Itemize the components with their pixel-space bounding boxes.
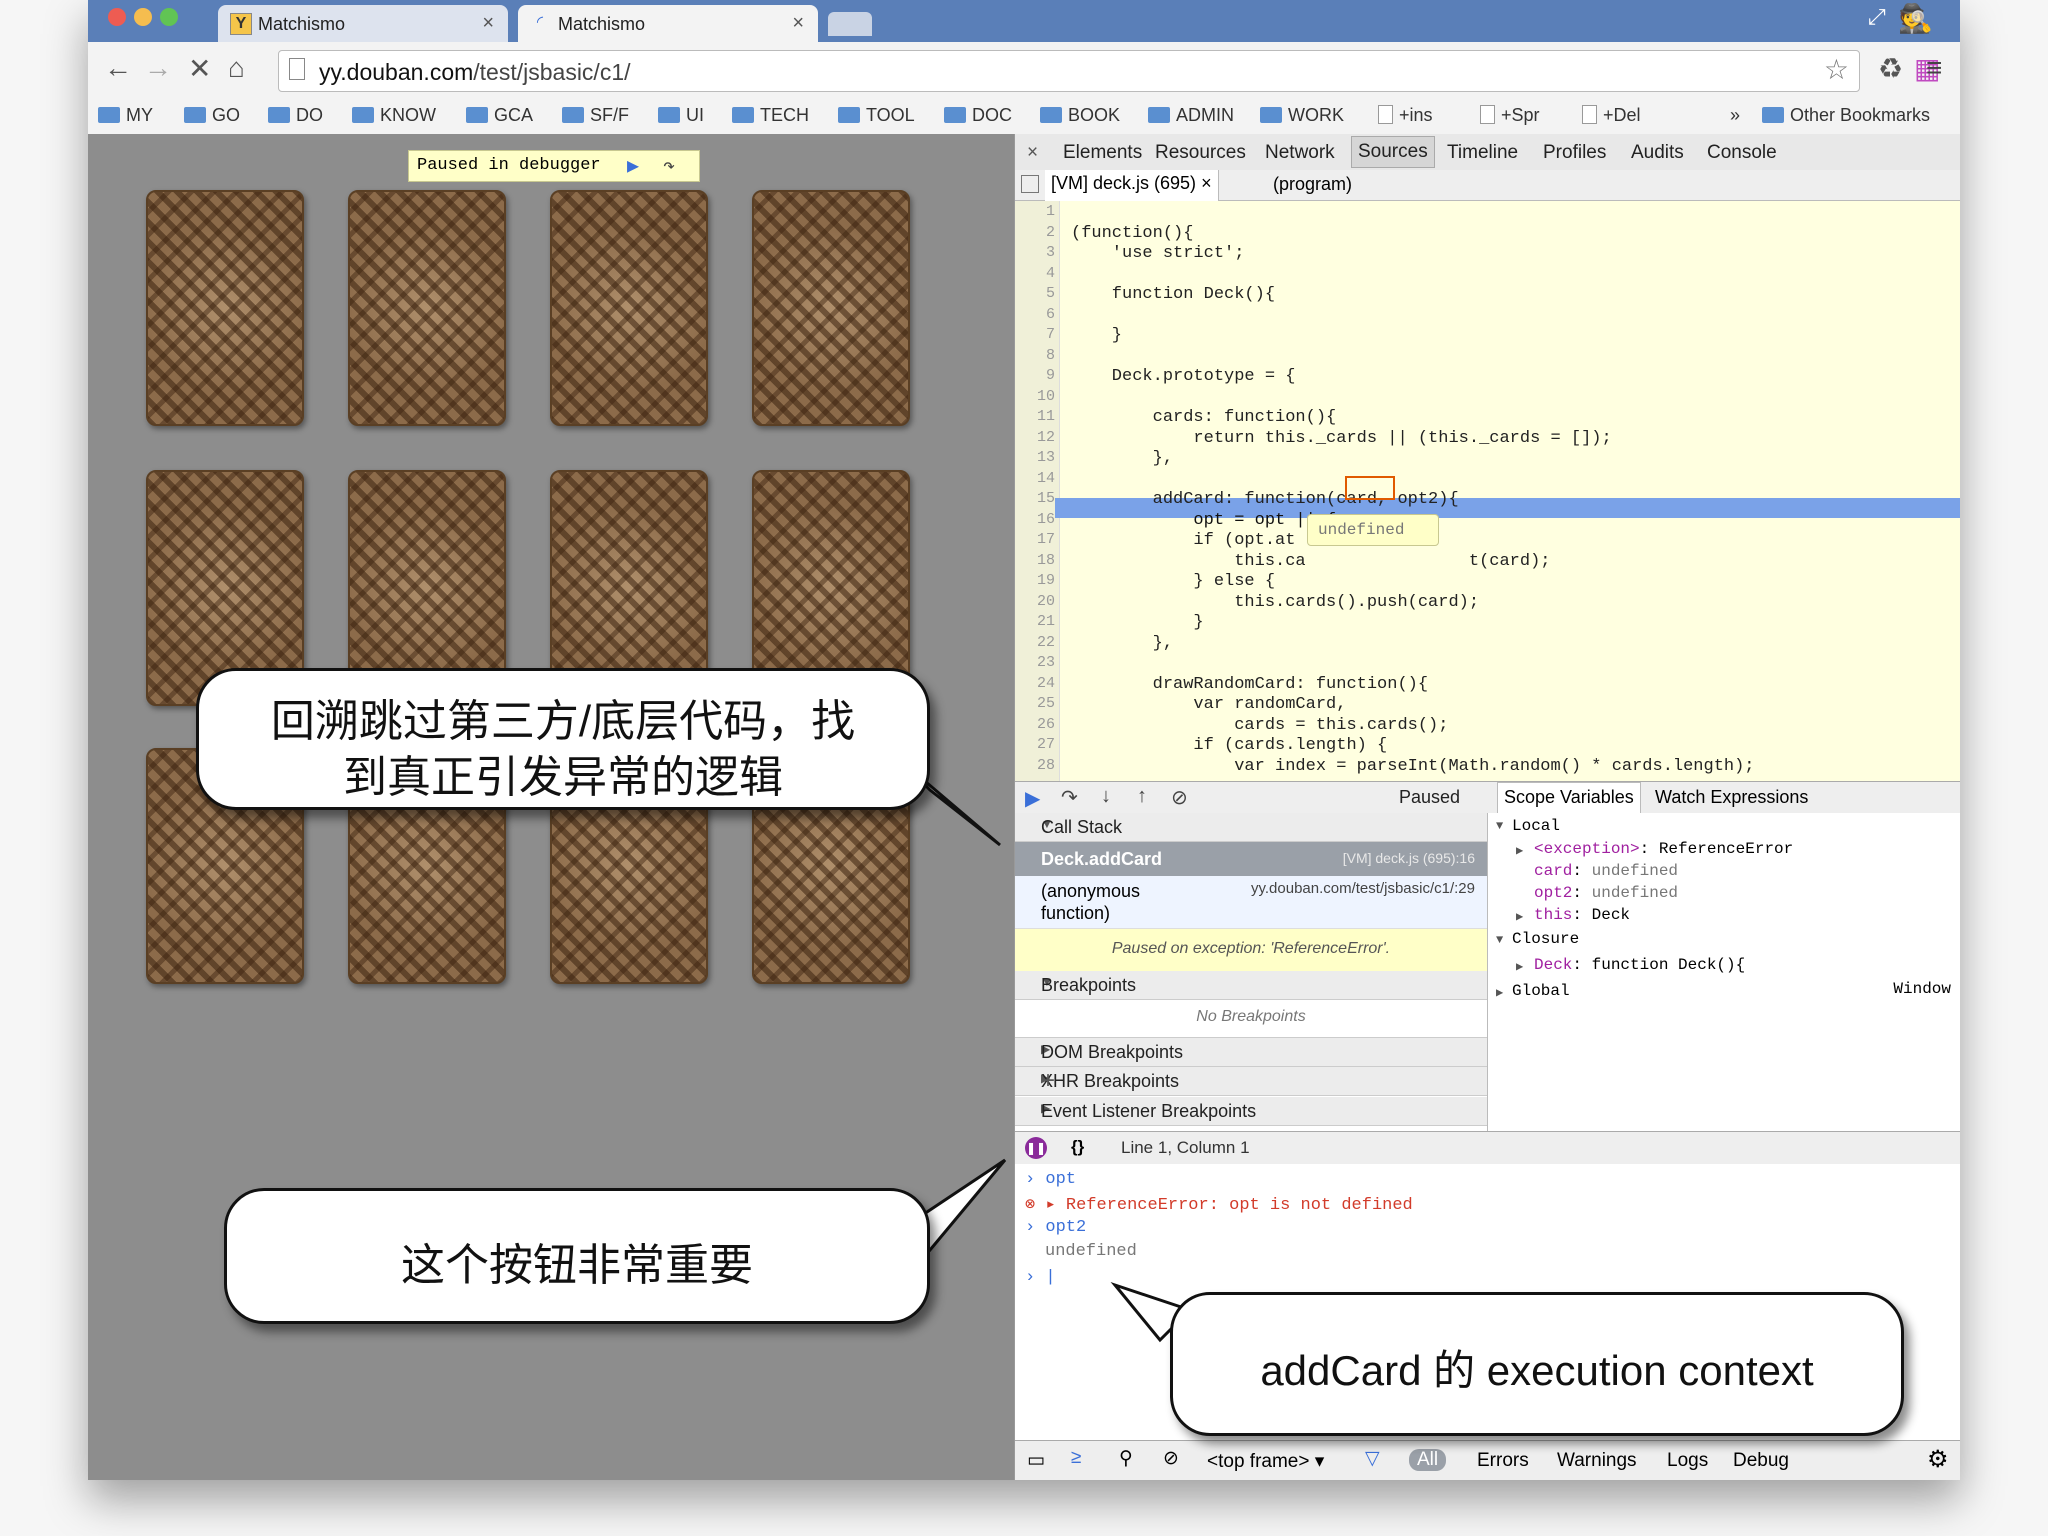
callout-text: 到真正引发异常的逻辑: [343, 753, 783, 802]
callout-text: 回溯跳过第三方/底层代码，找: [270, 697, 856, 746]
callout-context: addCard 的 execution context: [1170, 1292, 1904, 1436]
callout-backtrace: 回溯跳过第三方/底层代码，找 到真正引发异常的逻辑: [196, 668, 930, 810]
callout-text: 这个按钮非常重要: [401, 1241, 753, 1290]
callout-text: addCard 的 execution context: [1260, 1347, 1814, 1394]
callout-button: 这个按钮非常重要: [224, 1188, 930, 1324]
